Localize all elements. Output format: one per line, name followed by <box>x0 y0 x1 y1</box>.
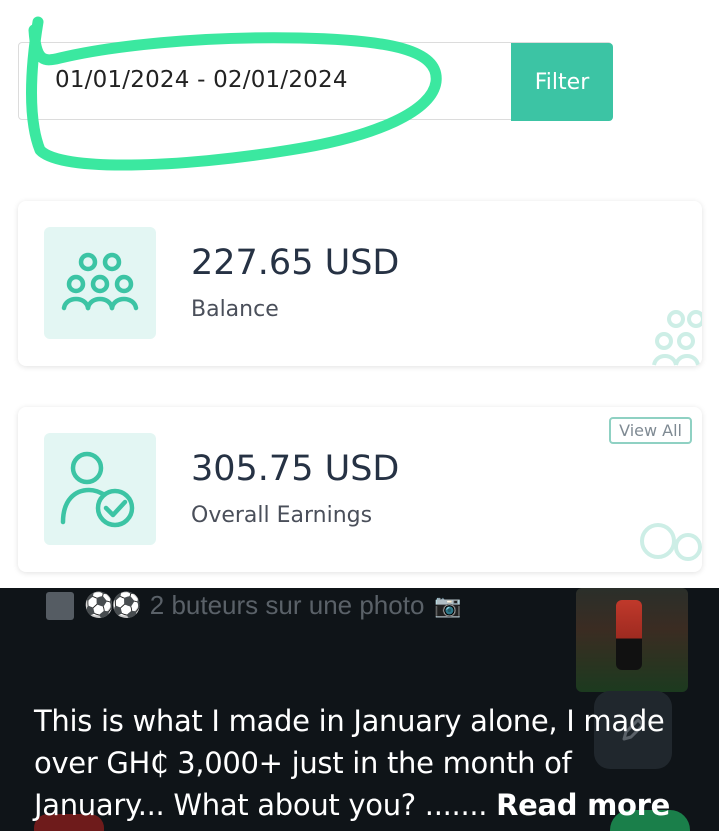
notification-text: 2 buteurs sur une photo <box>149 590 425 620</box>
user-check-icon <box>60 451 135 528</box>
balance-label: Balance <box>191 297 279 322</box>
earnings-amount: 305.75 USD <box>191 449 400 489</box>
player-figure <box>616 600 642 670</box>
users-group-icon <box>61 252 139 311</box>
camera-icon: 📷 <box>434 592 462 618</box>
view-all-button[interactable]: View All <box>609 417 692 444</box>
post-thumbnail[interactable] <box>576 588 688 692</box>
earnings-label: Overall Earnings <box>191 503 373 528</box>
date-range-input[interactable]: 01/01/2024 - 02/01/2024 <box>55 67 348 93</box>
soccer-ball-icon: ⚽⚽ <box>84 592 142 619</box>
filter-button[interactable]: Filter <box>511 43 613 121</box>
read-more-link[interactable]: Read more <box>496 788 670 822</box>
social-feed-overlay: ⚽⚽ 2 buteurs sur une photo 📷 This is wha… <box>0 588 719 831</box>
image-icon <box>46 591 74 620</box>
earnings-dashboard: 01/01/2024 - 02/01/2024 Filter 227.65 US… <box>0 0 719 588</box>
date-filter-bar: 01/01/2024 - 02/01/2024 Filter <box>18 42 613 121</box>
user-watermark-icon <box>640 523 702 561</box>
post-caption: This is what I made in January alone, I … <box>34 700 694 826</box>
earnings-icon-tile <box>44 433 156 545</box>
balance-amount: 227.65 USD <box>191 243 400 283</box>
feed-notification[interactable]: ⚽⚽ 2 buteurs sur une photo 📷 <box>46 590 462 621</box>
balance-card: 227.65 USD Balance <box>18 201 702 366</box>
balance-icon-tile <box>44 227 156 339</box>
users-watermark-icon <box>652 310 702 366</box>
overall-earnings-card: 305.75 USD Overall Earnings View All <box>18 407 702 572</box>
